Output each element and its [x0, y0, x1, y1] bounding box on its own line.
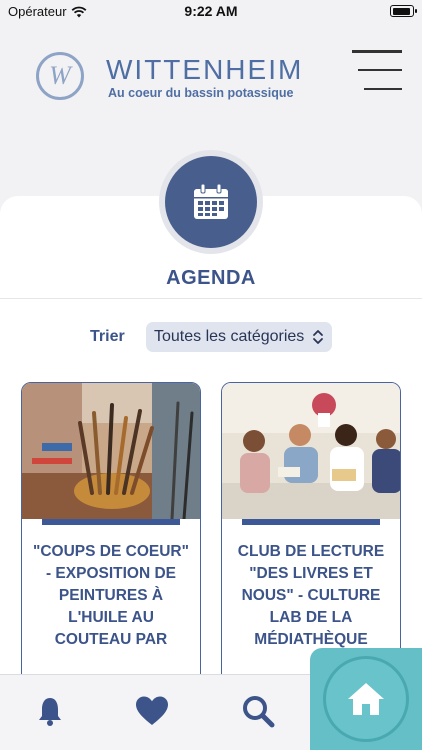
home-icon	[348, 683, 384, 715]
event-title: "COUPS DE COEUR" - EXPOSITION DE PEINTUR…	[33, 543, 189, 648]
tab-favorites[interactable]	[134, 693, 170, 729]
logo-mark: W	[36, 52, 84, 100]
logo-name: WITTENHEIM	[106, 54, 304, 85]
menu-button[interactable]	[352, 48, 402, 92]
divider	[0, 298, 422, 299]
status-bar: Opérateur 9:22 AM	[0, 0, 422, 24]
event-image-paintbrushes	[22, 383, 200, 519]
search-icon	[243, 696, 275, 728]
menu-line	[352, 50, 402, 53]
category-select[interactable]: Toutes les catégories	[146, 322, 332, 352]
menu-line	[364, 87, 402, 90]
home-button[interactable]	[310, 648, 422, 750]
chevron-up-down-icon	[313, 330, 323, 344]
heart-icon	[136, 696, 168, 725]
event-image-reading-group	[222, 383, 400, 519]
event-card[interactable]: "COUPS DE COEUR" - EXPOSITION DE PEINTUR…	[21, 382, 201, 702]
tab-notifications[interactable]	[32, 693, 68, 729]
logo-letter: W	[49, 61, 71, 90]
sort-label: Trier	[90, 328, 125, 345]
event-title: CLUB DE LECTURE "DES LIVRES ET NOUS" - C…	[237, 543, 385, 648]
tab-search[interactable]	[240, 693, 276, 729]
battery-icon	[390, 5, 417, 17]
app-header: W WITTENHEIM Au coeur du bassin potassiq…	[0, 44, 422, 114]
bell-icon	[39, 698, 61, 726]
page-title: AGENDA	[166, 267, 256, 289]
agenda-badge	[159, 150, 263, 254]
home-button-ring	[323, 656, 409, 742]
calendar-icon	[194, 183, 228, 219]
agenda-badge-inner	[165, 156, 257, 248]
logo-tagline: Au coeur du bassin potassique	[108, 86, 294, 100]
menu-line	[358, 68, 402, 72]
status-time: 9:22 AM	[184, 3, 238, 19]
category-select-value: Toutes les catégories	[154, 328, 305, 345]
